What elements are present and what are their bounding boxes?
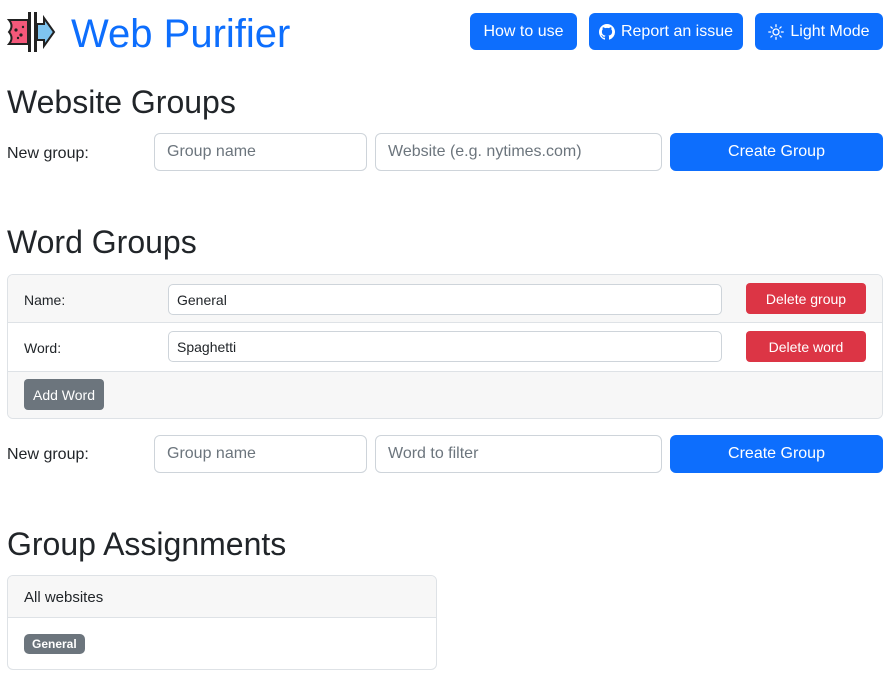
add-word-label: Add Word [33,386,95,403]
card-divider [8,617,436,618]
create-website-group-label: Create Group [728,143,825,160]
group-badge-general[interactable]: General [24,634,85,654]
word-groups-title: Word Groups [7,224,197,260]
create-website-group-button[interactable]: Create Group [670,133,883,171]
report-issue-button[interactable]: Report an issue [589,13,743,50]
purifier-logo-icon [6,12,56,52]
website-group-name-input[interactable] [154,133,367,171]
delete-group-label: Delete group [765,290,847,307]
create-word-group-label: Create Group [728,445,825,462]
name-label: Name: [24,292,66,308]
light-mode-button[interactable]: Light Mode [755,13,883,50]
light-mode-label: Light Mode [790,22,870,40]
all-websites-label: All websites [24,589,104,606]
delete-word-label: Delete word [768,338,844,355]
word-group-name-input[interactable] [154,435,367,473]
app-title: Web Purifier [71,12,291,56]
github-icon [598,23,615,40]
word-field[interactable] [168,331,722,362]
add-word-button[interactable]: Add Word [24,379,104,410]
word-group-card: Name: Delete group Word: Delete word Add… [7,274,883,419]
word-row: Word: Delete word [8,323,882,371]
word-group-name-row: Name: Delete group [8,275,882,323]
assignment-card: All websites General [7,575,437,670]
word-new-group-label: New group: [7,446,89,463]
sun-icon [768,23,785,40]
report-issue-label: Report an issue [620,22,734,40]
how-to-use-label: How to use [483,22,564,40]
website-new-group-label: New group: [7,145,89,162]
group-assignments-title: Group Assignments [7,526,287,562]
word-group-footer: Add Word [8,372,882,418]
website-input[interactable] [375,133,662,171]
assignment-card-header: All websites [8,576,436,617]
word-to-filter-input[interactable] [375,435,662,473]
create-word-group-button[interactable]: Create Group [670,435,883,473]
app-header: Web Purifier How to use Report an issue … [0,0,886,70]
delete-group-button[interactable]: Delete group [746,283,866,314]
group-name-field[interactable] [168,284,722,315]
delete-word-button[interactable]: Delete word [746,331,866,362]
word-label: Word: [24,340,62,356]
how-to-use-button[interactable]: How to use [470,13,577,50]
website-groups-title: Website Groups [7,84,236,120]
